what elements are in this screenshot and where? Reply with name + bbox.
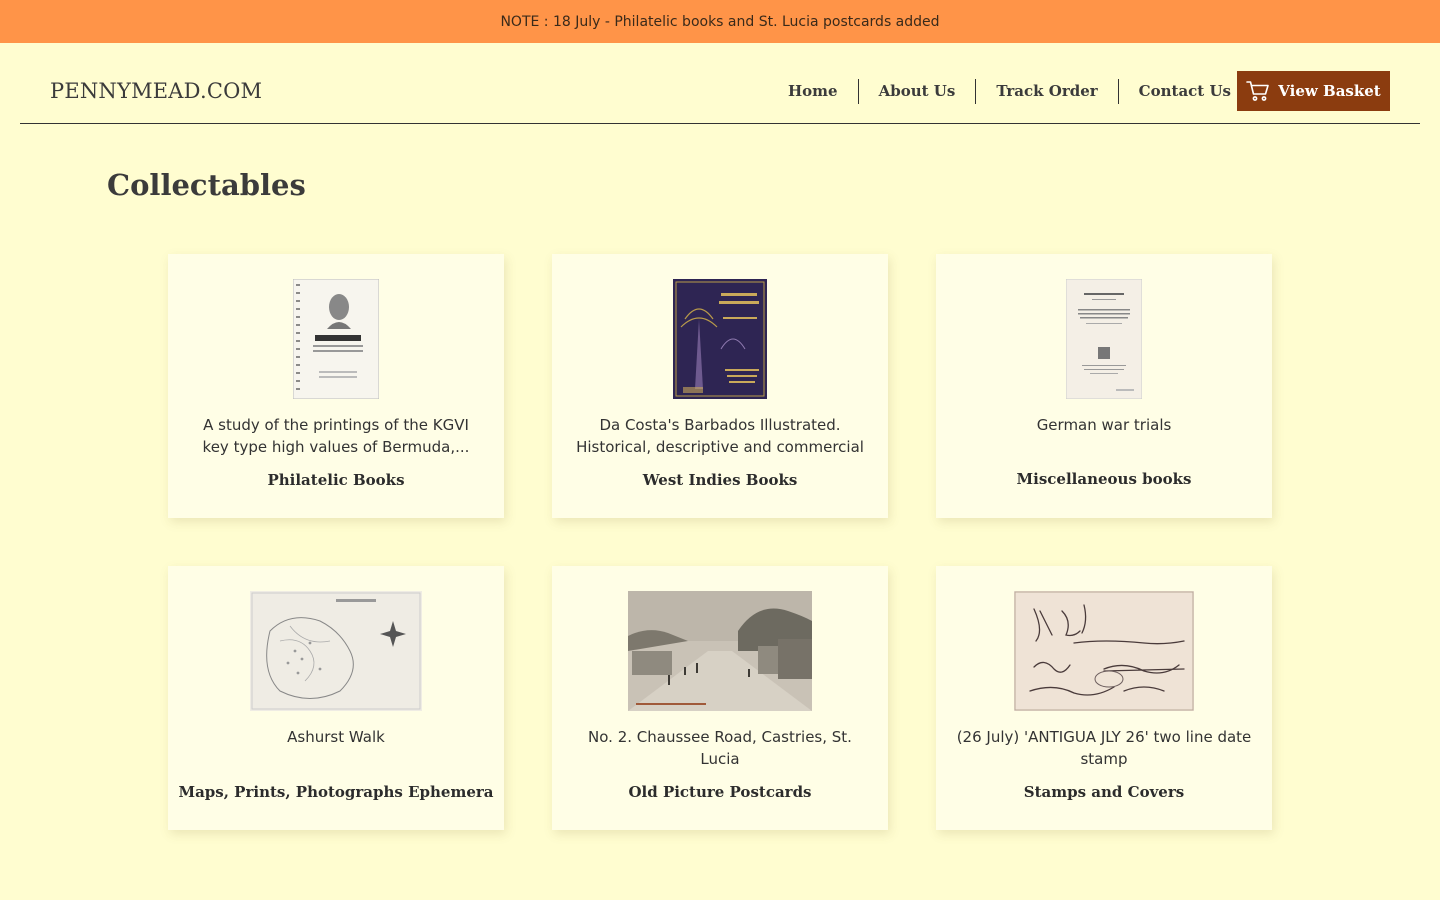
- nav-about-us[interactable]: About Us: [857, 79, 976, 104]
- postcard-street-scene: [628, 591, 812, 711]
- card-category[interactable]: Old Picture Postcards: [562, 783, 878, 801]
- book-cover-barbados: [673, 279, 767, 399]
- category-card-maps-prints[interactable]: Ashurst Walk Maps, Prints, Photographs E…: [168, 566, 504, 830]
- category-card-miscellaneous-books[interactable]: German war trials Miscellaneous books: [936, 254, 1272, 518]
- notice-text: NOTE : 18 July - Philatelic books and St…: [500, 13, 940, 30]
- basket-label: View Basket: [1278, 82, 1381, 100]
- postal-cover: [1014, 591, 1194, 711]
- cart-icon: [1246, 80, 1270, 102]
- nav-track-order[interactable]: Track Order: [975, 79, 1117, 104]
- category-card-west-indies-books[interactable]: Da Costa's Barbados Illustrated. Histori…: [552, 254, 888, 518]
- site-header: PENNYMEAD.COM Home About Us Track Order …: [20, 43, 1420, 124]
- map-ashurst-walk: [250, 591, 422, 711]
- site-logo[interactable]: PENNYMEAD.COM: [50, 79, 262, 103]
- nav-home[interactable]: Home: [768, 79, 858, 104]
- card-description: Da Costa's Barbados Illustrated. Histori…: [576, 416, 864, 456]
- card-category[interactable]: Miscellaneous books: [946, 470, 1262, 488]
- nav-contact-us[interactable]: Contact Us: [1117, 79, 1251, 104]
- card-description: No. 2. Chaussee Road, Castries, St. Luci…: [588, 728, 852, 768]
- page-title: Collectables: [107, 168, 306, 202]
- main-nav: Home About Us Track Order Contact Us: [768, 79, 1251, 104]
- view-basket-button[interactable]: View Basket: [1237, 71, 1390, 111]
- card-category[interactable]: West Indies Books: [562, 471, 878, 489]
- category-card-old-picture-postcards[interactable]: No. 2. Chaussee Road, Castries, St. Luci…: [552, 566, 888, 830]
- card-category[interactable]: Stamps and Covers: [946, 783, 1262, 801]
- category-card-stamps-and-covers[interactable]: (26 July) 'ANTIGUA JLY 26' two line date…: [936, 566, 1272, 830]
- book-cover-geosix: [293, 279, 379, 399]
- book-cover-war-trials: [1066, 279, 1142, 399]
- category-card-philatelic-books[interactable]: A study of the printings of the KGVI key…: [168, 254, 504, 518]
- card-description: German war trials: [1036, 416, 1172, 434]
- card-category[interactable]: Philatelic Books: [178, 471, 494, 489]
- card-category[interactable]: Maps, Prints, Photographs Ephemera: [178, 783, 494, 801]
- card-description: (26 July) 'ANTIGUA JLY 26' two line date…: [956, 728, 1252, 768]
- card-description: Ashurst Walk: [287, 728, 385, 746]
- card-description: A study of the printings of the KGVI key…: [202, 416, 470, 456]
- notice-bar: NOTE : 18 July - Philatelic books and St…: [0, 0, 1440, 43]
